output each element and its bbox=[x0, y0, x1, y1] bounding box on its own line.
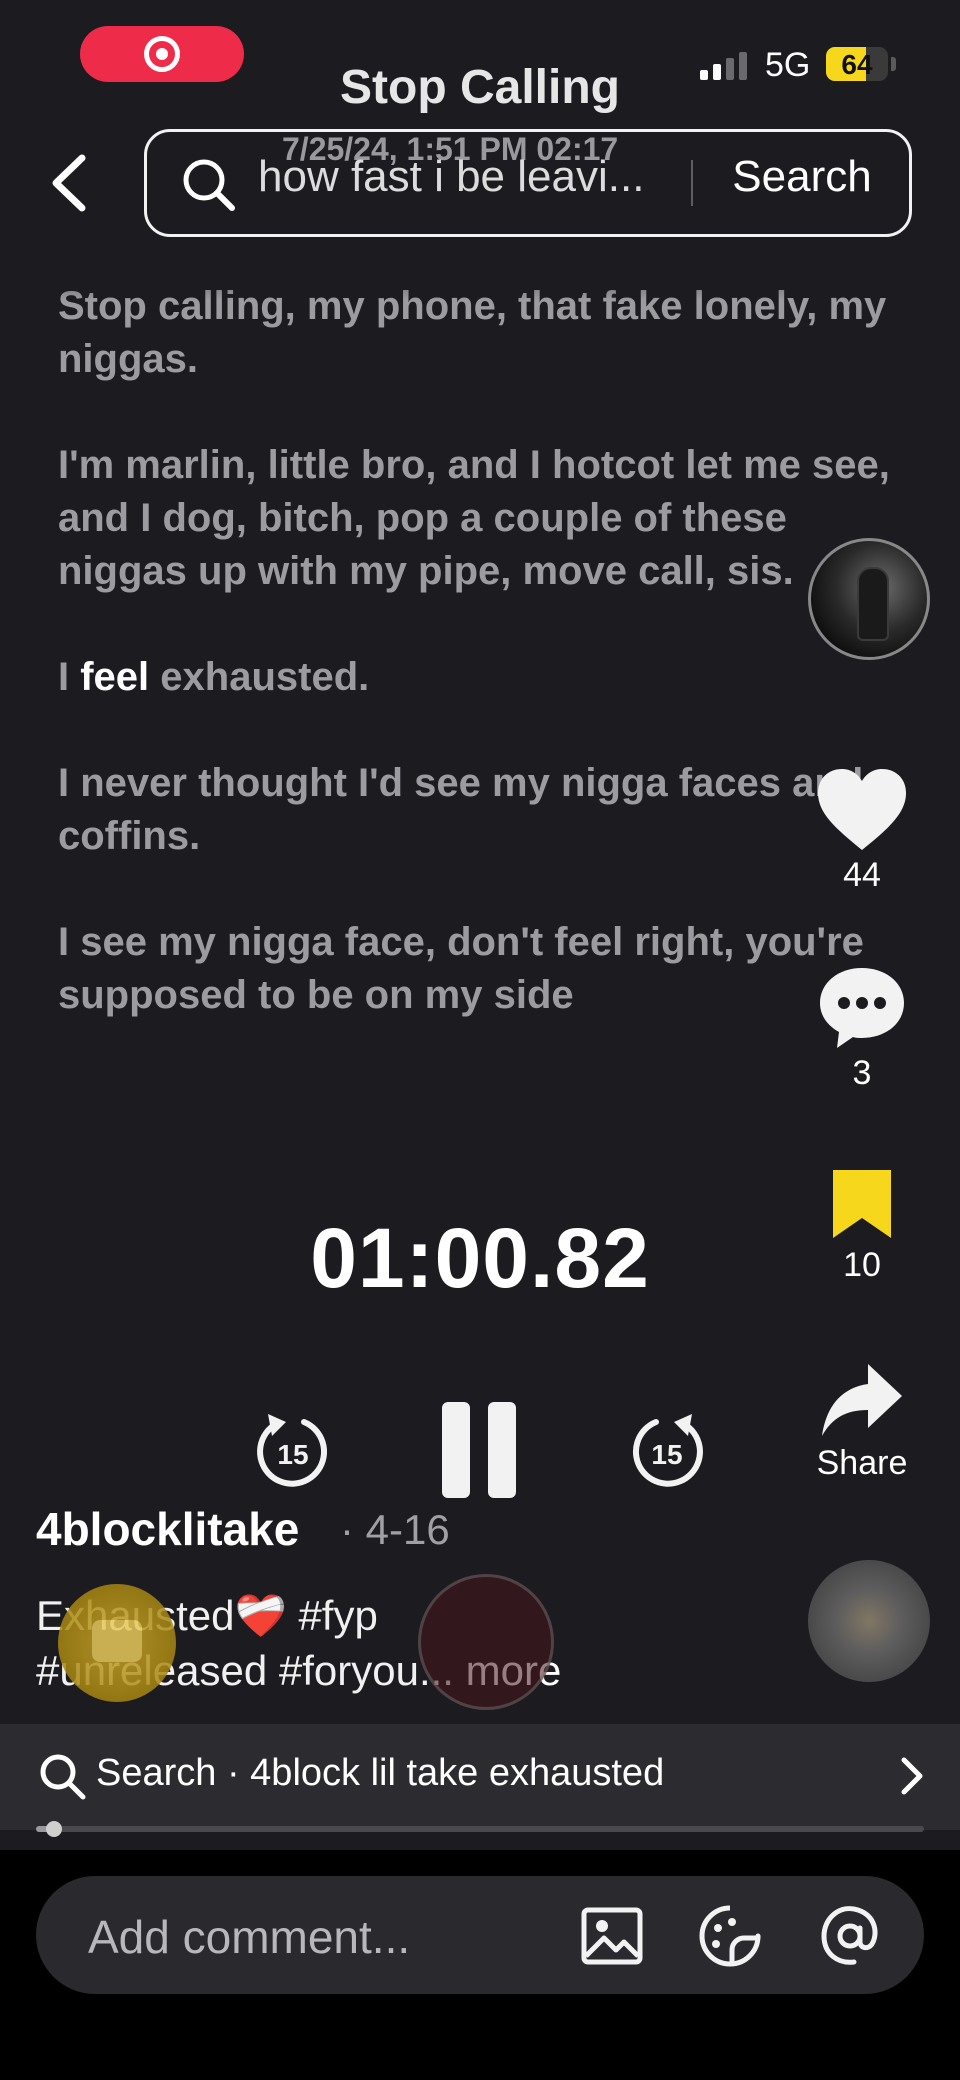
share-button[interactable]: Share bbox=[800, 1360, 924, 1483]
floating-sticker-icon[interactable] bbox=[58, 1584, 176, 1702]
search-divider bbox=[691, 160, 693, 206]
lyric-line: I'm marlin, little bro, and I hotcot let… bbox=[58, 443, 890, 593]
related-search-bar[interactable]: Search · 4block lil take exhausted bbox=[0, 1724, 960, 1830]
comment-placeholder[interactable]: Add comment... bbox=[88, 1910, 410, 1964]
rewind-seconds: 15 bbox=[277, 1439, 308, 1470]
search-input[interactable]: how fast i be leavi... bbox=[258, 152, 678, 202]
video-progress-bar[interactable] bbox=[36, 1821, 924, 1837]
record-overlay-button[interactable] bbox=[418, 1574, 554, 1710]
music-disc-icon[interactable] bbox=[808, 1560, 930, 1682]
author-name[interactable]: 4blocklitake bbox=[36, 1502, 299, 1556]
related-search-label: Search · 4block lil take exhausted bbox=[96, 1752, 665, 1794]
comment-button[interactable]: 3 bbox=[800, 964, 924, 1093]
heart-icon bbox=[818, 769, 906, 850]
chevron-right-icon bbox=[901, 1757, 923, 1795]
playback-timer: 01:00.82 bbox=[310, 1211, 650, 1305]
share-label: Share bbox=[816, 1444, 908, 1482]
post-date: · 4-16 bbox=[340, 1506, 450, 1553]
battery-icon: 64 bbox=[826, 47, 888, 81]
forward-seconds: 15 bbox=[651, 1439, 682, 1470]
network-type: 5G bbox=[765, 46, 811, 84]
lyric-highlight-word: feel bbox=[80, 655, 150, 699]
search-icon bbox=[40, 1754, 86, 1800]
lyrics-panel[interactable]: Stop calling, my phone, that fake lonely… bbox=[58, 280, 898, 1060]
image-icon[interactable] bbox=[580, 1904, 644, 1968]
sticker-glyph bbox=[92, 1620, 142, 1662]
like-count: 44 bbox=[843, 856, 881, 894]
chevron-left-icon[interactable] bbox=[44, 150, 94, 216]
caption-hashtag[interactable]: #fyp bbox=[287, 1592, 377, 1639]
battery-percent: 64 bbox=[841, 49, 873, 80]
like-button[interactable]: 44 bbox=[800, 766, 924, 895]
lyrics-fade-top bbox=[0, 240, 960, 300]
heart-bandage-emoji: ❤️‍🩹 bbox=[234, 1592, 287, 1639]
lyric-text: I bbox=[58, 655, 81, 699]
search-icon bbox=[183, 159, 235, 211]
battery-cap bbox=[891, 57, 896, 71]
rewind-15-icon[interactable]: 15 bbox=[254, 1410, 332, 1490]
lyric-text: exhausted. bbox=[149, 655, 370, 699]
forward-15-icon[interactable]: 15 bbox=[628, 1410, 706, 1490]
lyric-line: I never thought I'd see my nigga faces a… bbox=[58, 761, 864, 858]
pause-icon[interactable] bbox=[436, 1398, 522, 1502]
comment-dots-icon bbox=[820, 968, 904, 1048]
creator-avatar[interactable] bbox=[808, 538, 930, 660]
share-arrow-icon bbox=[822, 1364, 902, 1436]
comment-count: 3 bbox=[852, 1054, 872, 1092]
lyric-line-current: I feel exhausted. bbox=[58, 651, 898, 704]
signal-icon bbox=[700, 50, 747, 80]
sound-title: Stop Calling bbox=[340, 61, 620, 114]
emoji-icon[interactable] bbox=[698, 1904, 762, 1968]
video-progress-handle[interactable] bbox=[45, 1821, 62, 1837]
lyric-line: I see my nigga face, don't feel right, y… bbox=[58, 920, 864, 1017]
search-button[interactable]: Search bbox=[712, 152, 892, 202]
at-sign-icon[interactable] bbox=[818, 1904, 882, 1968]
